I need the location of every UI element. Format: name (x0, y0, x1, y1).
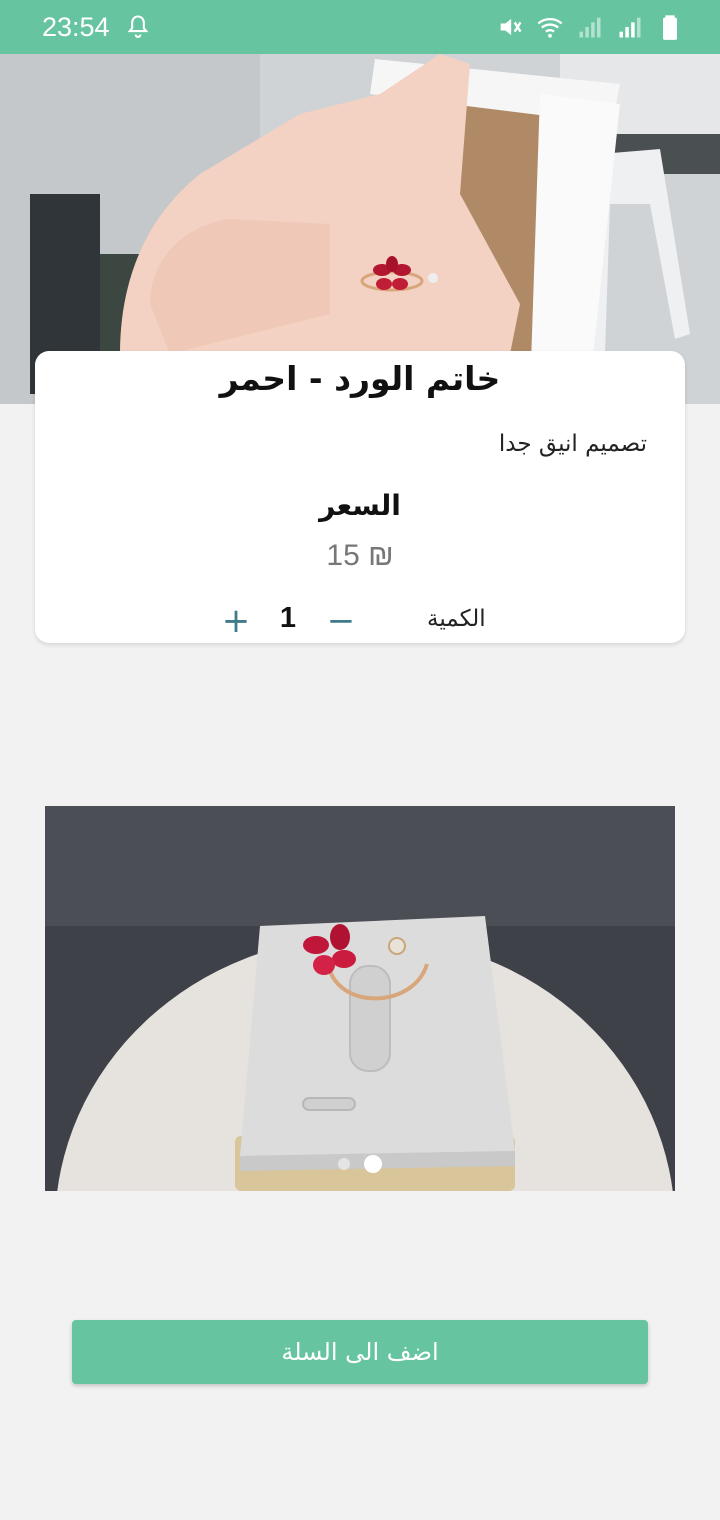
product-image-gallery[interactable] (45, 806, 675, 1191)
product-info-card: خاتم الورد - احمر تصميم انيق جدا السعر 1… (35, 351, 685, 643)
gallery-photo (45, 806, 675, 1191)
quantity-decrease-button[interactable]: − (321, 601, 361, 641)
signal-icon (619, 17, 641, 38)
quantity-value: 1 (279, 602, 297, 634)
mute-icon (500, 18, 522, 36)
gallery-dot-active[interactable] (364, 1155, 382, 1173)
quantity-label: الكمية (427, 606, 486, 632)
signal-icon (579, 17, 601, 38)
gallery-dot[interactable] (338, 1158, 350, 1170)
product-description: تصميم انيق جدا (498, 431, 647, 457)
add-to-cart-button[interactable]: اضف الى السلة (72, 1320, 648, 1384)
price-label: السعر (319, 489, 401, 522)
quantity-increase-button[interactable]: + (216, 601, 256, 641)
status-time: 23:54 (42, 11, 110, 42)
gallery-pagination (0, 1154, 720, 1174)
price-value: 15 ₪ (326, 539, 394, 572)
status-bar-right (496, 13, 684, 41)
status-bar-left: 23:54 (42, 12, 152, 43)
battery-icon (663, 15, 677, 40)
notification-bell-icon (127, 15, 148, 38)
product-title: خاتم الورد - احمر (219, 359, 501, 398)
wifi-icon (537, 17, 563, 38)
status-bar: 23:54 (0, 0, 720, 54)
